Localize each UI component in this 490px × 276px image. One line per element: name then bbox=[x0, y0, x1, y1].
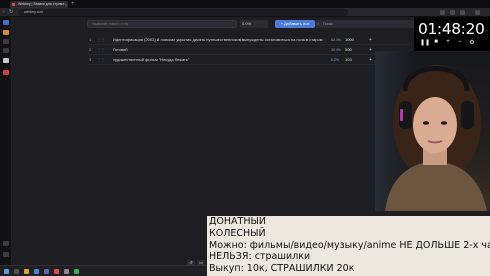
drag-handle-icon[interactable]: ⋮⋮ bbox=[97, 55, 105, 65]
lot-amount[interactable]: 1000 bbox=[345, 35, 354, 45]
browser-tab[interactable]: Webkey | Заявки для стрима × bbox=[10, 1, 68, 8]
table-row[interactable]: 2 ⋮⋮ Готовий 30.4% 500 + bbox=[87, 45, 417, 55]
minus-icon[interactable]: − bbox=[456, 39, 464, 45]
lot-amount[interactable]: 500 bbox=[345, 45, 352, 55]
add-lot-button[interactable]: + Добавить лот bbox=[275, 20, 315, 28]
home-icon[interactable] bbox=[3, 20, 9, 25]
start-icon[interactable] bbox=[4, 269, 9, 274]
timer-display: 01:48:20 bbox=[418, 20, 485, 38]
notification-icon[interactable] bbox=[3, 70, 9, 75]
extension-icon[interactable] bbox=[440, 10, 445, 15]
lot-number: 1 bbox=[89, 37, 92, 42]
stream-rules-panel: ДОНАТНЫЙ КОЛЕСНЫЙ Можно: фильмы/видео/му… bbox=[207, 216, 490, 276]
search-icon[interactable] bbox=[14, 269, 19, 274]
plus-icon[interactable]: + bbox=[369, 45, 372, 55]
price-value: 0.0% bbox=[242, 21, 252, 26]
app-icon[interactable] bbox=[74, 269, 79, 274]
plus-icon[interactable]: + bbox=[369, 55, 372, 65]
left-sidebar bbox=[0, 17, 12, 265]
stop-icon[interactable]: ■ bbox=[432, 39, 440, 45]
reload-icon[interactable]: ↻ bbox=[9, 8, 13, 17]
lot-percent: 6.2% bbox=[331, 58, 339, 62]
lot-percent: 62.4% bbox=[331, 38, 341, 42]
settings-icon[interactable]: ⚙ bbox=[468, 39, 476, 46]
shield-icon[interactable] bbox=[3, 58, 9, 63]
price-field[interactable]: 0.0% bbox=[240, 20, 268, 28]
lot-title: художественный фильм "Некуда бежать" bbox=[113, 57, 190, 62]
table-row[interactable]: 3 ⋮⋮ художественный фильм "Некуда бежать… bbox=[87, 55, 417, 65]
lots-table: 1 ⋮⋮ Идентификация (2003) В поисках укры… bbox=[87, 35, 417, 65]
browser-icon[interactable] bbox=[34, 269, 39, 274]
lot-title: Готовий bbox=[113, 47, 128, 52]
settings-icon[interactable] bbox=[3, 252, 9, 257]
rules-line: Можно: фильмы/видео/музыку/anime НЕ ДОЛЬ… bbox=[209, 239, 490, 251]
lot-amount[interactable]: 103 bbox=[345, 55, 352, 65]
lot-search-input[interactable]: ⌕ Поиск bbox=[315, 20, 425, 28]
app-icon[interactable] bbox=[44, 269, 49, 274]
drag-handle-icon[interactable]: ⋮⋮ bbox=[97, 45, 105, 55]
tab-title: Webkey | Заявки для стрима bbox=[18, 2, 65, 6]
search-icon: ⌕ bbox=[317, 21, 320, 26]
pause-icon[interactable]: ❚❚ bbox=[420, 39, 430, 46]
new-lot-input[interactable] bbox=[87, 20, 237, 28]
webcam-view bbox=[375, 51, 490, 211]
explorer-icon[interactable] bbox=[24, 269, 29, 274]
rules-line: ДОНАТНЫЙ bbox=[209, 216, 266, 227]
history-icon[interactable] bbox=[3, 39, 9, 44]
stream-timer: 01:48:20 ❚❚ ■ + − ⚙ bbox=[414, 17, 490, 51]
lot-number: 3 bbox=[89, 57, 92, 62]
plus-icon[interactable]: + bbox=[369, 35, 372, 45]
app-icon[interactable] bbox=[64, 269, 69, 274]
new-tab-icon[interactable]: + bbox=[71, 0, 75, 8]
bookmark-icon[interactable] bbox=[3, 30, 9, 35]
back-icon[interactable]: ‹ bbox=[3, 8, 5, 17]
lot-percent: 30.4% bbox=[331, 48, 341, 52]
site-favicon-icon bbox=[12, 3, 15, 6]
streamer-image bbox=[385, 65, 487, 211]
profile-icon[interactable] bbox=[460, 10, 465, 15]
browser-tab-strip: Webkey | Заявки для стрима × + bbox=[0, 0, 490, 8]
address-bar-row: ‹ ↻ webkey.com bbox=[0, 8, 490, 17]
plus-icon[interactable]: + bbox=[444, 39, 452, 45]
close-tab-icon[interactable]: × bbox=[65, 1, 67, 8]
app-icon[interactable] bbox=[54, 269, 59, 274]
lot-title: Идентификация (2003) В поисках укрытия д… bbox=[113, 37, 323, 42]
extension-icon[interactable] bbox=[450, 10, 455, 15]
drag-handle-icon[interactable]: ⋮⋮ bbox=[97, 35, 105, 45]
rules-line: НЕЛЬЗЯ: страшилки bbox=[209, 251, 311, 263]
url-field[interactable]: webkey.com bbox=[18, 9, 348, 16]
downloads-icon[interactable] bbox=[3, 48, 9, 53]
rules-line: Выкуп: 10к, СТРАШИЛКИ 20к bbox=[209, 263, 355, 275]
search-placeholder: Поиск bbox=[323, 22, 333, 26]
lot-number: 2 bbox=[89, 47, 92, 52]
rules-line: КОЛЕСНЫЙ bbox=[209, 227, 266, 239]
send-icon[interactable] bbox=[3, 241, 9, 246]
menu-icon[interactable] bbox=[475, 10, 480, 15]
table-row[interactable]: 1 ⋮⋮ Идентификация (2003) В поисках укры… bbox=[87, 35, 417, 45]
